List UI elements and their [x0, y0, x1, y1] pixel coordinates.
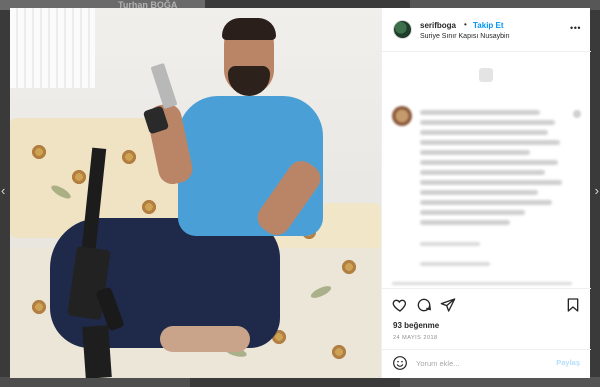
- like-count[interactable]: 93 beğenme: [393, 321, 439, 330]
- comment-input[interactable]: [416, 356, 546, 370]
- blurred-comment-line: [392, 282, 572, 285]
- username-link[interactable]: serifboga: [420, 21, 456, 30]
- post-comment-button[interactable]: Paylaş: [556, 358, 580, 367]
- background-post-thumbnail: [0, 377, 190, 387]
- blurred-caption-line: [420, 110, 540, 115]
- blurred-caption-line: [420, 190, 538, 195]
- photo-pattern: [140, 198, 158, 216]
- blurred-caption-line: [420, 220, 510, 225]
- previous-post-arrow-icon[interactable]: ‹: [1, 184, 9, 198]
- background-post-thumbnail: [400, 377, 600, 387]
- blurred-caption-line: [420, 120, 555, 125]
- post-modal: serifboga • Takip Et Suriye Sınır Kapısı…: [10, 8, 591, 378]
- blurred-meta-line: [420, 242, 480, 246]
- comment-icon[interactable]: [416, 297, 432, 313]
- blurred-meta-line: [420, 262, 490, 266]
- blurred-caption-line: [420, 160, 558, 165]
- caption-comments-area: [382, 52, 591, 288]
- post-header: serifboga • Takip Et Suriye Sınır Kapısı…: [382, 8, 591, 52]
- post-date: 24 MAYIS 2018: [393, 335, 438, 341]
- loading-icon: [479, 68, 493, 82]
- post-actions: 93 beğenme 24 MAYIS 2018 Paylaş: [382, 288, 591, 374]
- photo-pattern: [330, 343, 348, 361]
- photo-object: [82, 325, 112, 378]
- photo-pattern: [30, 298, 48, 316]
- bookmark-icon[interactable]: [565, 297, 581, 313]
- send-icon[interactable]: [440, 297, 456, 313]
- photo-pattern: [70, 168, 88, 186]
- emoji-icon[interactable]: [392, 355, 408, 371]
- separator-dot: •: [464, 20, 467, 29]
- avatar[interactable]: [393, 20, 412, 39]
- follow-button[interactable]: Takip Et: [473, 21, 504, 30]
- location-link[interactable]: Suriye Sınır Kapısı Nusaybin: [420, 33, 510, 40]
- next-post-arrow-icon[interactable]: ›: [591, 184, 599, 198]
- post-photo: [10, 8, 381, 378]
- blurred-caption-line: [420, 140, 560, 145]
- photo-pattern: [30, 143, 48, 161]
- comment-avatar[interactable]: [392, 106, 412, 126]
- blurred-caption-line: [420, 210, 525, 215]
- photo-pattern: [340, 258, 358, 276]
- photo-person: [222, 18, 276, 40]
- heart-icon[interactable]: [392, 297, 408, 313]
- more-options-icon[interactable]: •••: [570, 23, 581, 33]
- blurred-caption-line: [420, 180, 562, 185]
- comment-like-icon[interactable]: [573, 110, 581, 118]
- blurred-caption-line: [420, 200, 552, 205]
- post-side-panel: serifboga • Takip Et Suriye Sınır Kapısı…: [381, 8, 591, 378]
- photo-pattern: [120, 148, 138, 166]
- photo-curtain: [10, 8, 95, 88]
- add-comment-bar: Paylaş: [382, 349, 591, 375]
- blurred-caption-line: [420, 170, 545, 175]
- photo-person: [160, 326, 250, 352]
- blurred-caption-line: [420, 130, 548, 135]
- blurred-caption-line: [420, 150, 530, 155]
